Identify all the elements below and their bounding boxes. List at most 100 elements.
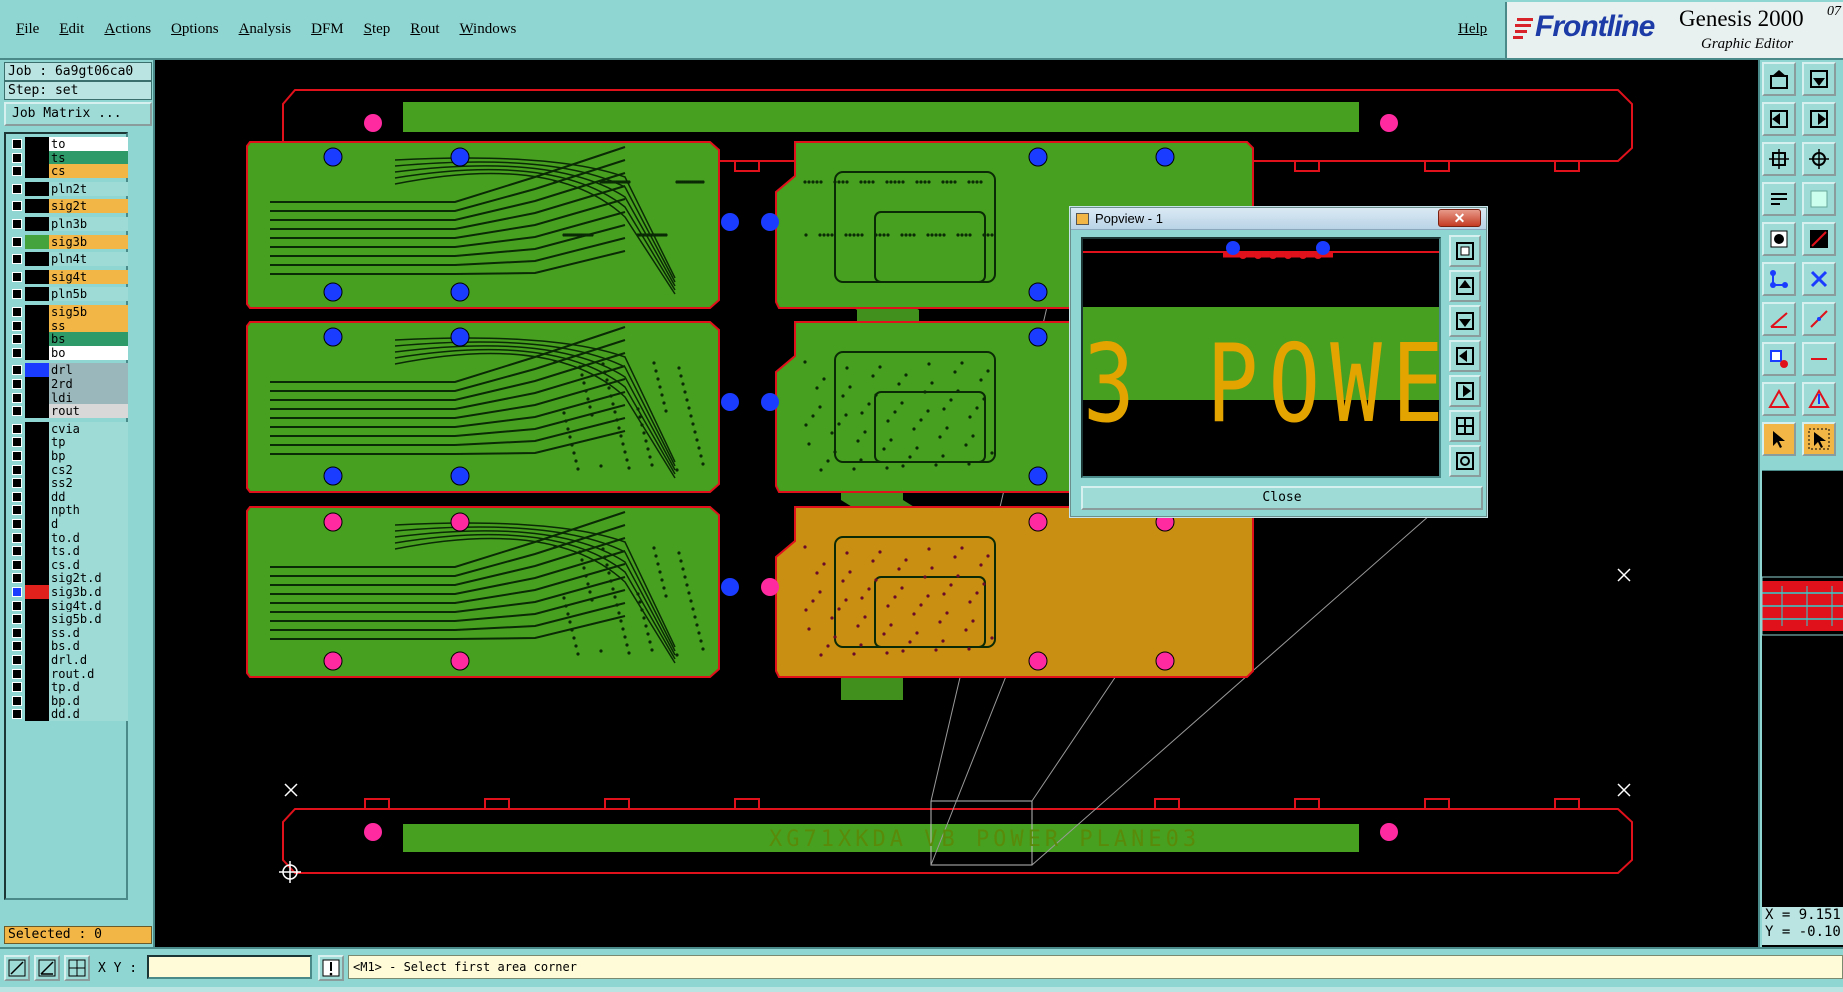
layer-name[interactable]: dd [49,489,128,504]
layer-row-bo[interactable]: bo [9,345,128,360]
layer-color-swatch[interactable] [25,332,49,347]
layer-color-swatch[interactable] [25,287,49,302]
tool-pad-button[interactable] [1762,342,1796,376]
layer-row-pln2t[interactable]: pln2t [9,181,128,196]
menu-analysis[interactable]: Analysis [231,18,300,41]
layer-checkbox[interactable] [12,379,22,389]
layer-checkbox[interactable] [12,289,22,300]
layer-color-swatch[interactable] [25,612,49,627]
layer-checkbox[interactable] [12,573,22,584]
popview-zoom-view[interactable]: 3 POWER [1081,237,1441,478]
layer-row-ldi[interactable]: ldi [9,390,128,405]
layer-color-swatch[interactable] [25,234,49,249]
layer-checkbox[interactable] [12,236,22,247]
tool-zoom-home-button[interactable] [1802,142,1836,176]
layer-row-ss.d[interactable]: ss.d [9,625,128,640]
layer-color-swatch[interactable] [25,544,49,559]
layer-name[interactable]: ldi [49,390,128,405]
layer-row-ss[interactable]: ss [9,318,128,333]
layer-color-swatch[interactable] [25,707,49,722]
layer-checkbox[interactable] [12,641,22,652]
layer-list[interactable]: to ts cs pln2t sig2t pln3b sig3b pln4t sig4t pln5… [4,132,128,900]
popview-pan-left-button[interactable] [1449,340,1481,372]
layer-row-to[interactable]: to [9,137,128,151]
menu-step[interactable]: Step [356,18,399,41]
layer-name[interactable]: rout [49,404,128,419]
menu-dfm[interactable]: DFM [303,18,352,41]
popview-close-icon[interactable]: ✕ [1438,209,1481,227]
tool-connect-button[interactable] [1762,262,1796,296]
tool-right-button[interactable] [1802,102,1836,136]
layer-color-swatch[interactable] [25,530,49,545]
layer-name[interactable]: cs2 [49,462,128,477]
layer-row-sig3b[interactable]: sig3b [9,234,128,249]
layer-name[interactable]: rout.d [49,666,128,681]
layer-name[interactable]: cs.d [49,557,128,572]
tool-measure-button[interactable] [1802,222,1836,256]
layer-name[interactable]: to.d [49,530,128,545]
layer-checkbox[interactable] [12,682,22,693]
layer-row-tp.d[interactable]: tp.d [9,680,128,695]
layer-color-swatch[interactable] [25,680,49,695]
layer-name[interactable]: sig5b.d [49,612,128,627]
popview-titlebar[interactable]: Popview - 1 ✕ [1071,208,1486,230]
tool-display-button[interactable] [1762,182,1796,216]
layer-name[interactable]: sig3b.d [49,585,128,599]
layer-checkbox[interactable] [12,392,22,403]
layer-checkbox[interactable] [12,166,22,177]
layer-checkbox[interactable] [12,546,22,557]
layer-row-sig3b.d[interactable]: sig3b.d [9,585,128,599]
tool-snap-button[interactable] [1762,222,1796,256]
layer-row-2rd[interactable]: 2rd [9,377,128,391]
layer-name[interactable]: cs [49,164,128,179]
tool-hline-button[interactable] [1802,342,1836,376]
layer-name[interactable]: sig2t.d [49,571,128,586]
popview-pan-right-button[interactable] [1449,375,1481,407]
layer-checkbox[interactable] [12,365,22,376]
layer-name[interactable]: bp.d [49,693,128,708]
layer-color-swatch[interactable] [25,693,49,708]
layer-name[interactable]: drl.d [49,653,128,667]
layer-checkbox[interactable] [12,668,22,679]
layer-color-swatch[interactable] [25,164,49,179]
layer-color-swatch[interactable] [25,345,49,360]
menu-windows[interactable]: Windows [451,18,524,41]
layer-row-sig4t.d[interactable]: sig4t.d [9,598,128,613]
job-matrix-button[interactable]: Job Matrix ... [4,102,152,126]
layer-checkbox[interactable] [12,437,22,448]
popview-fit-button[interactable] [1449,410,1481,442]
snap-mode-button[interactable] [4,955,30,981]
layer-name[interactable]: pln2t [49,181,128,196]
layer-row-sig2t[interactable]: sig2t [9,199,128,214]
graphic-canvas[interactable]: XG71XKDA VB POWER PLANE03 Popview - 1 ✕ … [155,60,1758,947]
tool-angle-button[interactable] [1762,302,1796,336]
layer-color-swatch[interactable] [25,489,49,504]
layer-name[interactable]: d [49,517,128,531]
layer-name[interactable]: pln5b [49,287,128,302]
layer-name[interactable]: sig4t.d [49,598,128,613]
layer-row-ts.d[interactable]: ts.d [9,544,128,559]
layer-name[interactable]: pln4t [49,252,128,267]
layer-row-drl[interactable]: drl [9,363,128,378]
tool-down-button[interactable] [1802,62,1836,96]
layer-row-cs2[interactable]: cs2 [9,462,128,477]
layer-row-d[interactable]: d [9,517,128,531]
layer-row-pln3b[interactable]: pln3b [9,217,128,231]
tool-home-button[interactable] [1762,62,1796,96]
popview-pan-up-button[interactable] [1449,270,1481,302]
layer-name[interactable]: sig2t [49,199,128,214]
popview-home-button[interactable] [1449,445,1481,477]
layer-color-swatch[interactable] [25,377,49,391]
layer-color-swatch[interactable] [25,585,49,599]
layer-row-sig4t[interactable]: sig4t [9,269,128,284]
overview-map[interactable] [1761,470,1843,967]
layer-name[interactable]: ss [49,318,128,333]
layer-color-swatch[interactable] [25,476,49,491]
grid-mode-button[interactable] [64,955,90,981]
layer-checkbox[interactable] [12,505,22,516]
layer-color-swatch[interactable] [25,421,49,436]
menu-edit[interactable]: Edit [51,18,92,41]
layer-row-bp.d[interactable]: bp.d [9,693,128,708]
layer-color-swatch[interactable] [25,363,49,378]
layer-checkbox[interactable] [12,655,22,665]
